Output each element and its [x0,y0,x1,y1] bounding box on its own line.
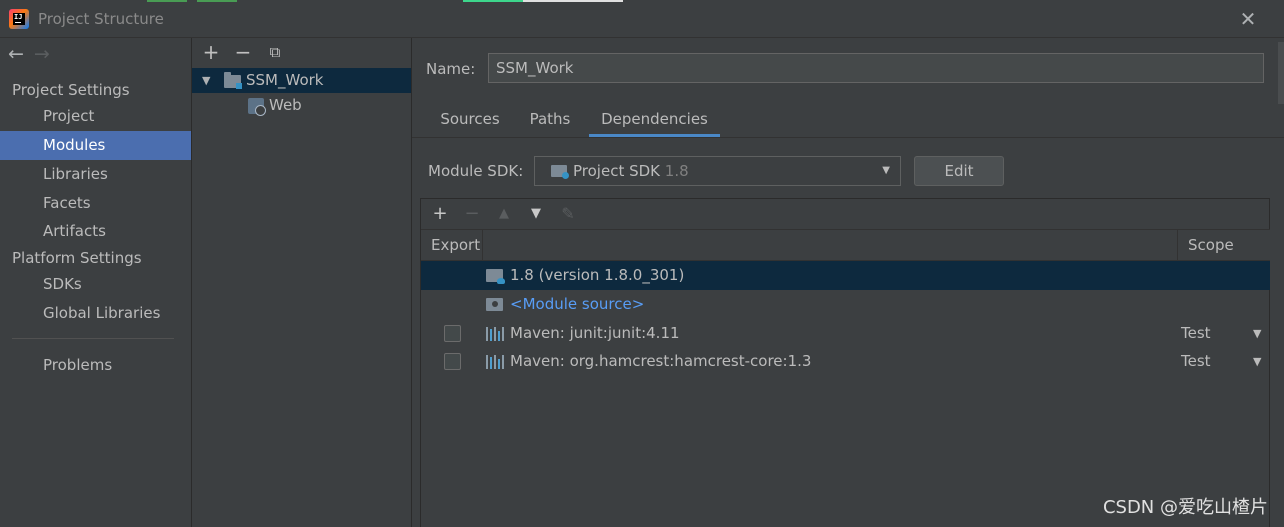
sidebar-item-global-libraries[interactable]: Global Libraries [0,299,191,328]
scope-dropdown-icon[interactable]: ▼ [1253,347,1261,376]
sdk-folder-icon [551,165,569,179]
title-accent-strip [197,0,237,2]
jdk-folder-icon [486,269,505,284]
export-column-header[interactable]: Export [421,230,480,261]
title-accent-strip [147,0,187,2]
column-divider [482,230,483,261]
tree-item-module[interactable]: ▼ SSM_Work [192,68,411,93]
scope-column-header[interactable]: Scope [1178,230,1234,261]
history-nav: ← → [8,44,50,66]
name-label: Name: [426,60,476,78]
chevron-down-icon[interactable]: ▼ [202,68,210,93]
remove-dependency-icon[interactable]: − [462,205,482,223]
dependency-row-module-source[interactable]: <Module source> [421,290,1270,319]
title-bar: IJ Project Structure ✕ [0,0,1284,38]
intellij-logo-icon: IJ [9,9,29,29]
tree-item-label: Web [269,96,302,114]
module-tree-pane: + − ⧉ ▼ SSM_Work Web [192,38,412,527]
window-title: Project Structure [38,10,164,28]
dependencies-header: Export Scope [421,230,1270,261]
dropdown-arrow-icon: ▼ [882,165,890,176]
dependencies-table: + − ▲ ▼ ✎ Export Scope 1.8 (version 1.8.… [420,198,1270,527]
module-detail-panel: Name: SSM_Work Sources Paths Dependencie… [412,38,1284,527]
dependency-row-junit[interactable]: Maven: junit:junit:4.11 Test ▼ [421,319,1270,348]
sidebar-item-facets[interactable]: Facets [0,189,191,218]
dependency-row-hamcrest[interactable]: Maven: org.hamcrest:hamcrest-core:1.3 Te… [421,347,1270,376]
back-arrow-icon[interactable]: ← [8,44,24,66]
title-accent-strip [523,0,623,2]
maven-library-icon [486,355,504,369]
module-source-icon [486,298,503,311]
sidebar-item-artifacts[interactable]: Artifacts [0,217,191,246]
copy-icon[interactable]: ⧉ [266,42,284,62]
maven-library-icon [486,327,504,341]
dependency-name: <Module source> [510,295,645,313]
sidebar-divider [12,338,174,339]
add-dependency-icon[interactable]: + [430,205,450,223]
module-sdk-select[interactable]: Project SDK 1.8 ▼ [534,156,901,186]
sidebar-item-libraries[interactable]: Libraries [0,160,191,189]
remove-icon[interactable]: − [234,42,252,62]
sdk-select-version: 1.8 [664,162,689,180]
close-icon[interactable]: ✕ [1236,7,1260,31]
dependency-row-jdk[interactable]: 1.8 (version 1.8.0_301) [421,261,1270,290]
edit-sdk-button[interactable]: Edit [914,156,1004,186]
dependency-name: Maven: org.hamcrest:hamcrest-core:1.3 [510,352,812,370]
platform-settings-heading: Platform Settings [12,249,142,267]
dependencies-toolbar: + − ▲ ▼ ✎ [421,199,1270,230]
scope-dropdown-icon[interactable]: ▼ [1253,319,1261,348]
export-checkbox[interactable] [444,353,461,370]
module-tabs: Sources Paths Dependencies [412,104,1284,138]
sidebar-item-project[interactable]: Project [0,102,191,131]
watermark: CSDN @爱吃山楂片 [1102,497,1268,518]
move-down-icon[interactable]: ▼ [526,205,546,223]
tree-item-web-facet[interactable]: Web [192,93,411,118]
add-icon[interactable]: + [202,42,220,62]
dependency-name: 1.8 (version 1.8.0_301) [510,266,685,284]
module-folder-icon [224,72,242,89]
sidebar-item-sdks[interactable]: SDKs [0,270,191,299]
dependency-name: Maven: junit:junit:4.11 [510,324,680,342]
tree-item-label: SSM_Work [246,71,324,89]
scope-value[interactable]: Test [1181,319,1211,348]
tab-dependencies[interactable]: Dependencies [589,104,720,137]
tab-sources[interactable]: Sources [432,104,508,137]
move-up-icon[interactable]: ▲ [494,205,514,223]
export-checkbox[interactable] [444,325,461,342]
sdk-select-value: Project SDK [573,162,660,180]
scope-value[interactable]: Test [1181,347,1211,376]
title-accent-strip [463,0,523,2]
project-settings-heading: Project Settings [12,81,130,99]
module-name-input[interactable]: SSM_Work [488,53,1264,83]
tab-paths[interactable]: Paths [522,104,578,137]
edit-pencil-icon[interactable]: ✎ [558,205,578,223]
module-sdk-label: Module SDK: [428,162,524,180]
forward-arrow-icon[interactable]: → [34,44,50,66]
tree-toolbar: + − ⧉ [192,38,411,66]
sidebar-item-modules[interactable]: Modules [0,131,191,160]
scrollbar[interactable] [1278,42,1284,104]
web-facet-icon [248,98,266,116]
settings-sidebar: ← → Project Settings Project Modules Lib… [0,38,192,527]
sidebar-item-problems[interactable]: Problems [0,351,191,380]
